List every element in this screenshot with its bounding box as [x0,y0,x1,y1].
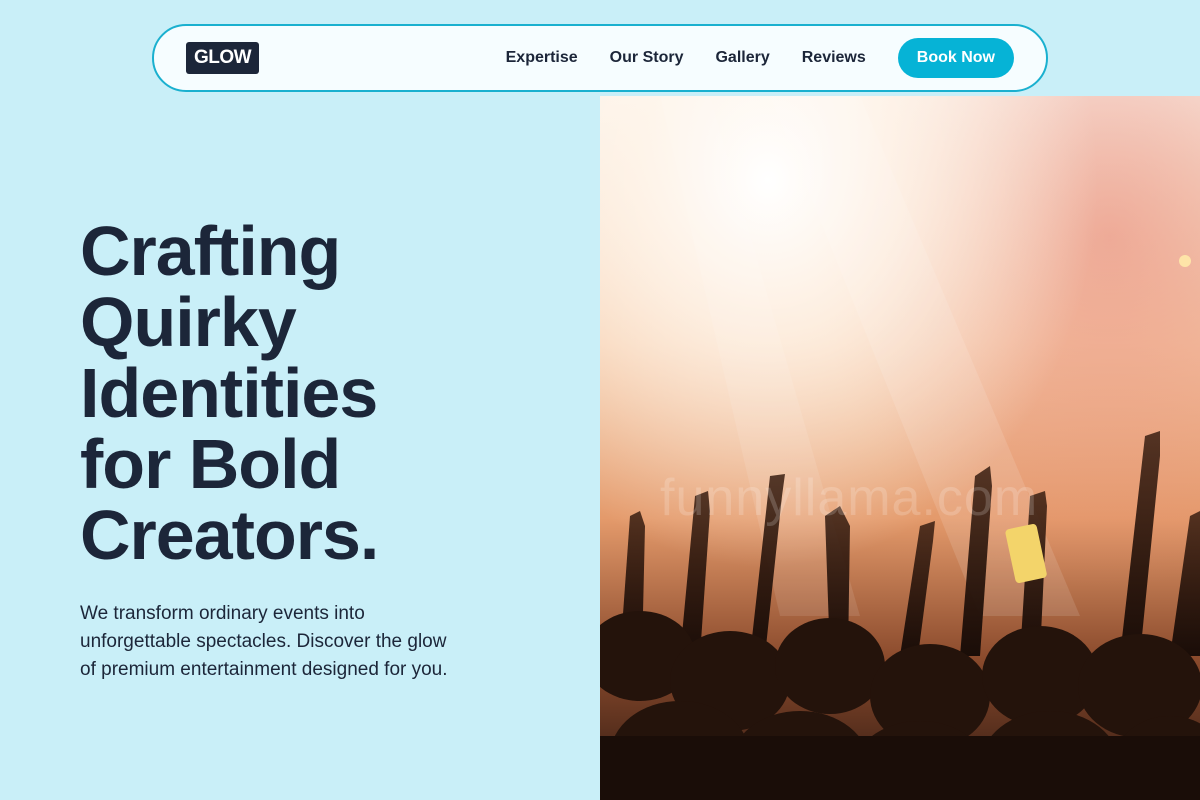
logo[interactable]: GLOW [186,42,260,74]
nav-link-reviews[interactable]: Reviews [802,49,866,67]
hero-subtitle-line: We transform ordinary events into [80,603,365,624]
concert-crowd-illustration [600,96,1200,800]
hero-title-line: Crafting [80,212,341,290]
nav-link-gallery[interactable]: Gallery [715,49,769,67]
hero-title-line: Creators. [80,496,379,574]
hero-subtitle: We transform ordinary events into unforg… [80,600,520,684]
hero-title-line: Identities [80,354,378,432]
top-nav: GLOW Expertise Our Story Gallery Reviews… [152,24,1048,92]
hero-subtitle-line: unforgettable spectacles. Discover the g… [80,631,447,652]
spotlight-dot [1179,255,1191,267]
page: GLOW Expertise Our Story Gallery Reviews… [0,0,1200,800]
nav-link-expertise[interactable]: Expertise [506,49,578,67]
hero-concert-image: funnyllama.com [600,96,1200,800]
nav-link-our-story[interactable]: Our Story [610,49,684,67]
hero-title-line: Quirky [80,283,297,361]
hero-title-line: for Bold [80,425,341,503]
hero-title: Crafting Quirky Identities for Bold Crea… [80,216,560,571]
image-watermark: funnyllama.com [660,469,1039,527]
nav-links: Expertise Our Story Gallery Reviews Book… [506,38,1014,78]
hero-subtitle-line: of premium entertainment designed for yo… [80,659,448,680]
book-now-button[interactable]: Book Now [897,38,1014,78]
